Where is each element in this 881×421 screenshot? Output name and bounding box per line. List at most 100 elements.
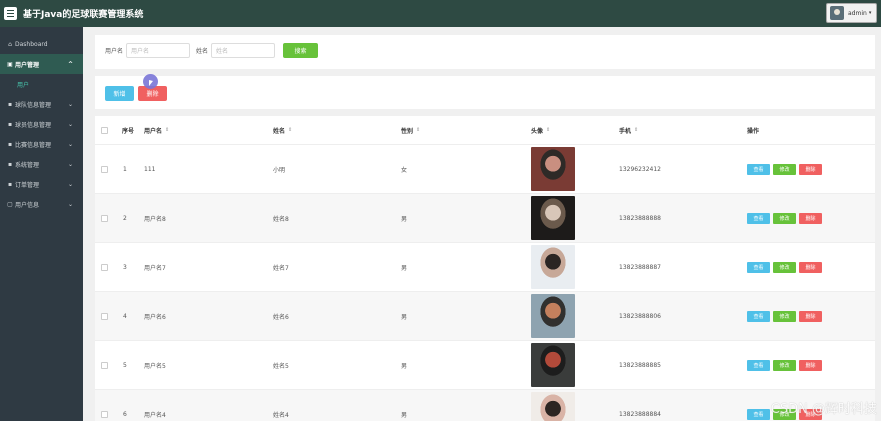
view-button[interactable]: 查看 — [747, 310, 770, 322]
column-header-label: 性别 — [401, 127, 414, 135]
row-checkbox[interactable] — [101, 243, 108, 291]
row-delete-button[interactable]: 删除 — [799, 212, 822, 224]
chevron-up-icon: ^ — [67, 60, 73, 68]
cell-gender: 男 — [401, 264, 408, 272]
column-header-gender[interactable]: 性别 ⇕ — [401, 116, 420, 144]
chevron-down-icon: ⌄ — [67, 100, 73, 108]
cell-phone: 13823888806 — [619, 312, 661, 320]
row-checkbox[interactable] — [101, 145, 108, 193]
sidebar: ⌂ Dashboard ▣ 用户管理 ^ 用户 ▪ 球队信息管理 ⌄ ▪ 球员信… — [0, 27, 83, 421]
column-header-avatar[interactable]: 头像 ⇕ — [531, 116, 550, 144]
add-button[interactable]: 新增 — [105, 86, 134, 101]
action-panel: 新增 删除 — [95, 76, 875, 109]
sidebar-item-team-info[interactable]: ▪ 球队信息管理 ⌄ — [0, 94, 83, 114]
name-label: 姓名 — [196, 48, 209, 55]
sidebar-item-user-management[interactable]: ▣ 用户管理 ^ — [0, 54, 83, 74]
sidebar-item-label: 订单管理 — [15, 181, 40, 189]
table-row: 1 111 小明女 13296232412 查看 修改 删除 — [95, 145, 875, 194]
username-search-input[interactable]: 用户名 — [126, 43, 191, 58]
cell-avatar — [531, 243, 575, 291]
sidebar-item-label: 用户信息 — [15, 201, 40, 209]
avatar-image — [531, 392, 575, 421]
cell-name: 姓名6 — [273, 313, 289, 321]
edit-button[interactable]: 修改 — [773, 310, 796, 322]
edit-button[interactable]: 修改 — [773, 163, 796, 175]
cell-name: 姓名8 — [273, 215, 289, 223]
grid-icon: ▪ — [7, 160, 13, 168]
username-label: 用户名 — [105, 48, 124, 55]
table-row: 3 用户名7 姓名7 男 13823888887 查看 修改 删除 — [95, 243, 875, 292]
user-menu-button[interactable]: admin ▾ — [826, 3, 877, 23]
row-checkbox[interactable] — [101, 292, 108, 340]
row-checkbox[interactable] — [101, 390, 108, 421]
row-checkbox[interactable] — [101, 341, 108, 389]
edit-button[interactable]: 修改 — [773, 261, 796, 273]
sidebar-item-label: 球员信息管理 — [15, 121, 52, 129]
cell-avatar — [531, 341, 575, 389]
sidebar-item-user-info[interactable]: ▢ 用户信息 ⌄ — [0, 194, 83, 214]
avatar-image — [531, 294, 575, 338]
column-header-label: 手机 — [619, 127, 632, 135]
profile-icon: ▢ — [7, 200, 13, 208]
view-button[interactable]: 查看 — [747, 261, 770, 273]
cell-index: 6 — [123, 410, 127, 418]
table-row: 6 用户名4 姓名4 男 13823888884 查看 修改 删除 — [95, 390, 875, 421]
sidebar-item-orders[interactable]: ▪ 订单管理 ⌄ — [0, 174, 83, 194]
sidebar-subitem-users[interactable]: 用户 — [0, 74, 83, 94]
app-title: 基于Java的足球联赛管理系统 — [23, 10, 144, 20]
edit-button[interactable]: 修改 — [773, 359, 796, 371]
cell-ops: 查看 修改 删除 — [747, 292, 822, 340]
table-row: 2 用户名8 姓名8 男 13823888888 查看 修改 删除 — [95, 194, 875, 243]
sidebar-item-player-info[interactable]: ▪ 球员信息管理 ⌄ — [0, 114, 83, 134]
row-delete-button[interactable]: 删除 — [799, 261, 822, 273]
column-header-username[interactable]: 用户名 ⇕ — [144, 116, 169, 144]
sort-icon: ⇕ — [165, 127, 170, 133]
row-delete-button[interactable]: 删除 — [799, 163, 822, 175]
column-header-phone[interactable]: 手机 ⇕ — [619, 116, 638, 144]
table-header: 序号 用户名 ⇕ 姓名 ⇕ 性别 ⇕ 头像 ⇕ 手机 ⇕ 操作 — [95, 116, 875, 145]
sidebar-item-dashboard[interactable]: ⌂ Dashboard — [0, 34, 83, 54]
table-row: 4 用户名6 姓名6 男 13823888806 查看 修改 删除 — [95, 292, 875, 341]
view-button[interactable]: 查看 — [747, 212, 770, 224]
cell-username: 用户名7 — [144, 264, 166, 272]
column-header-label: 姓名 — [273, 127, 286, 135]
sidebar-item-label: 球队信息管理 — [15, 101, 52, 109]
cell-phone: 13823888888 — [619, 214, 661, 222]
grid-icon: ▪ — [7, 120, 13, 128]
sidebar-item-system[interactable]: ▪ 系统管理 ⌄ — [0, 154, 83, 174]
search-button[interactable]: 搜索 — [283, 43, 319, 58]
cell-gender: 女 — [401, 166, 408, 174]
cell-index: 1 — [123, 165, 127, 173]
row-checkbox[interactable] — [101, 194, 108, 242]
sidebar-item-match-info[interactable]: ▪ 比赛信息管理 ⌄ — [0, 134, 83, 154]
cell-username: 用户名5 — [144, 362, 166, 370]
name-search-input[interactable]: 姓名 — [211, 43, 276, 58]
user-avatar-icon — [830, 6, 844, 20]
avatar-image — [531, 245, 575, 289]
cell-username: 用户名6 — [144, 313, 166, 321]
column-header-index: 序号 — [122, 127, 135, 135]
view-button[interactable]: 查看 — [747, 163, 770, 175]
edit-button[interactable]: 修改 — [773, 212, 796, 224]
select-all-checkbox[interactable] — [101, 116, 108, 144]
view-button[interactable]: 查看 — [747, 408, 770, 420]
user-table: 序号 用户名 ⇕ 姓名 ⇕ 性别 ⇕ 头像 ⇕ 手机 ⇕ 操作 1 111 小明女 132962… — [95, 116, 875, 421]
cell-name: 小明 — [273, 166, 286, 174]
cell-username: 用户名8 — [144, 215, 166, 223]
avatar-image — [531, 343, 575, 387]
cell-phone: 13823888887 — [619, 263, 661, 271]
column-header-name[interactable]: 姓名 ⇕ — [273, 116, 292, 144]
user-management-icon: ▣ — [7, 60, 13, 68]
row-delete-button[interactable]: 删除 — [799, 310, 822, 322]
sidebar-item-label: Dashboard — [15, 40, 48, 48]
menu-icon[interactable] — [4, 7, 17, 20]
chevron-down-icon: ⌄ — [67, 180, 73, 188]
avatar-image — [531, 196, 575, 240]
cell-gender: 男 — [401, 215, 408, 223]
watermark: CSDN @辉时科技 — [770, 402, 877, 417]
cell-ops: 查看 修改 删除 — [747, 145, 822, 193]
row-delete-button[interactable]: 删除 — [799, 359, 822, 371]
sort-icon: ⇕ — [288, 127, 293, 133]
view-button[interactable]: 查看 — [747, 359, 770, 371]
cell-username: 用户名4 — [144, 411, 166, 419]
